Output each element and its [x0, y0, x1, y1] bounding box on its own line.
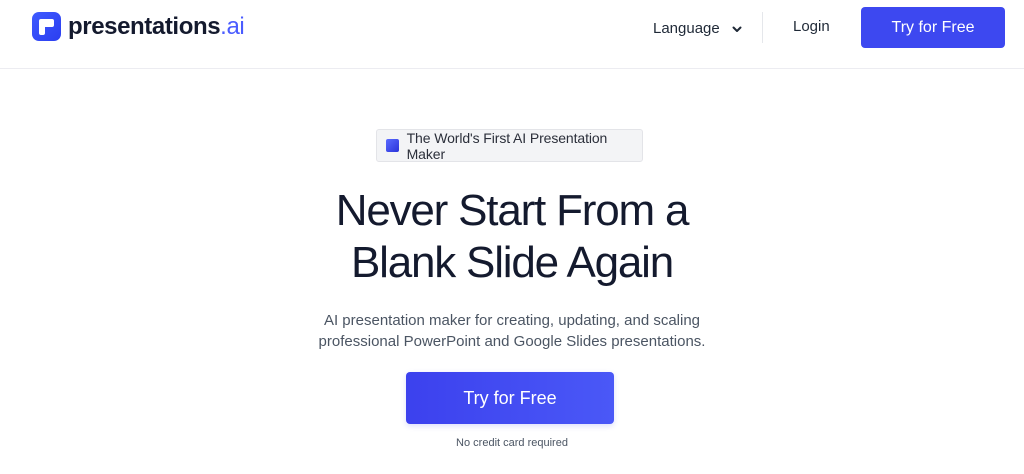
square-icon — [386, 139, 399, 152]
hero-headline-line: Blank Slide Again — [350, 238, 674, 287]
hero-headline-line: Never Start From a — [335, 186, 690, 235]
site-header: presentations.ai Language Login Try for … — [0, 0, 1024, 69]
hero-headline: Never Start From a Blank Slide Again — [212, 185, 812, 289]
try-for-free-header-button[interactable]: Try for Free — [861, 7, 1005, 48]
no-credit-card-note: No credit card required — [456, 437, 568, 449]
logo-name: presentations — [68, 13, 221, 40]
hero-badge: The World's First AI Presentation Maker — [376, 129, 643, 162]
language-selector[interactable]: Language — [653, 17, 743, 39]
hero-subtitle: AI presentation maker for creating, upda… — [262, 310, 762, 352]
hero-subtitle-line: professional PowerPoint and Google Slide… — [318, 333, 706, 350]
header-divider — [762, 12, 763, 43]
try-for-free-hero-button[interactable]: Try for Free — [406, 372, 614, 424]
logo-suffix: .ai — [220, 13, 245, 40]
language-label: Language — [653, 19, 720, 37]
chevron-down-icon — [731, 22, 743, 34]
hero-badge-text: The World's First AI Presentation Maker — [406, 129, 608, 162]
login-link[interactable]: Login — [793, 16, 830, 38]
logo-wordmark: presentations.ai — [68, 12, 245, 41]
hero-subtitle-line: AI presentation maker for creating, upda… — [323, 312, 701, 329]
presentations-logo-icon — [32, 12, 61, 41]
logo-link[interactable]: presentations.ai — [32, 12, 245, 41]
